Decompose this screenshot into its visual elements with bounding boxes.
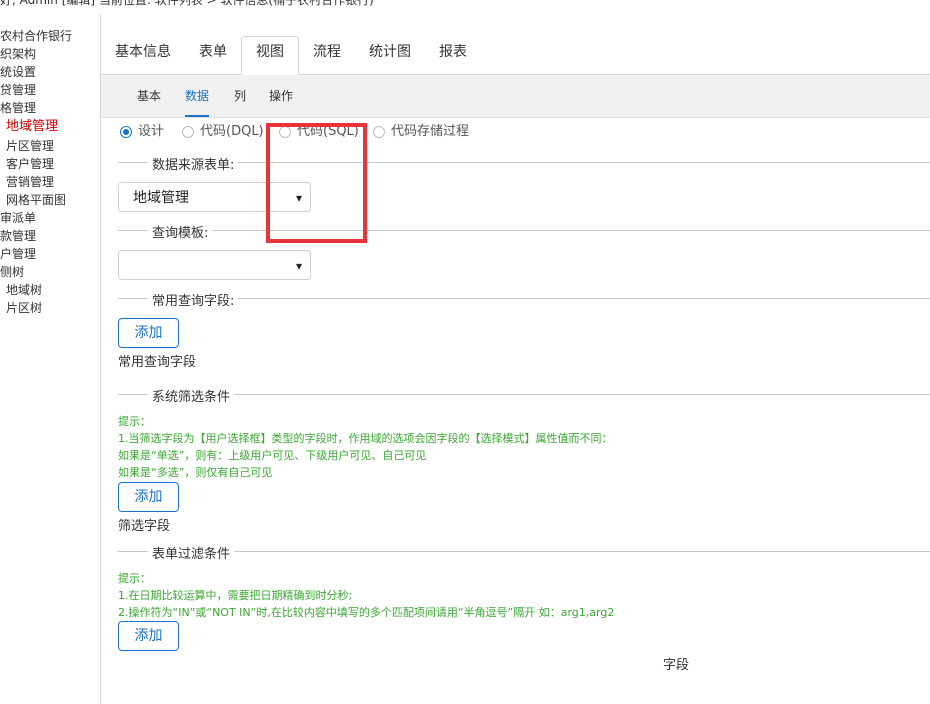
hint-text: 1.当筛选字段为【用户选择框】类型的字段时，作用域的选项会因字段的【选择模式】属… bbox=[118, 432, 613, 445]
sidebar-item[interactable]: 统设置 bbox=[0, 63, 36, 81]
field-column-header: 字段 bbox=[663, 658, 690, 673]
sidebar-item[interactable]: 贷管理 bbox=[0, 81, 36, 99]
radio-unchecked-icon bbox=[373, 126, 385, 138]
sidebar-item[interactable]: 款管理 bbox=[0, 227, 36, 245]
sidebar-item-region-management[interactable]: 地域管理 bbox=[6, 118, 58, 136]
common-fields-caption: 常用查询字段 bbox=[118, 355, 197, 370]
add-common-field-button[interactable]: 添加 bbox=[118, 318, 179, 348]
tab-statistics-chart[interactable]: 统计图 bbox=[369, 37, 411, 74]
add-form-filter-button[interactable]: 添加 bbox=[118, 621, 179, 651]
subtab-columns[interactable]: 列 bbox=[234, 75, 246, 117]
sidebar-item[interactable]: 户管理 bbox=[0, 245, 36, 263]
source-table-legend: 数据来源表单: bbox=[148, 154, 239, 173]
sidebar-item[interactable]: 客户管理 bbox=[6, 155, 54, 173]
form-filter-legend: 表单过滤条件 bbox=[148, 543, 235, 562]
subtab-data[interactable]: 数据 bbox=[185, 75, 210, 117]
highlight-annotation-box bbox=[266, 123, 367, 243]
sidebar-item[interactable]: 地域树 bbox=[6, 281, 42, 299]
location-text: 好, Admin [编辑] 当前位置: 软件列表 > 软件信息(桶子农村合作银行… bbox=[0, 0, 374, 7]
fieldset-divider bbox=[118, 551, 930, 552]
query-template-legend: 查询模板: bbox=[148, 222, 213, 241]
sidebar-item[interactable]: 营销管理 bbox=[6, 173, 54, 191]
sub-tabs: 基本 数据 列 操作 bbox=[101, 75, 930, 118]
sidebar-item[interactable]: 格管理 bbox=[0, 99, 36, 117]
tab-basic-info[interactable]: 基本信息 bbox=[115, 37, 171, 74]
fieldset-divider bbox=[118, 394, 930, 395]
hint-text: 如果是“单选”，则有：上级用户可见、下级用户可见、自己可见 bbox=[118, 449, 427, 462]
top-status-bar: 好, Admin [编辑] 当前位置: 软件列表 > 软件信息(桶子农村合作银行… bbox=[0, 0, 930, 14]
add-system-filter-button[interactable]: 添加 bbox=[118, 482, 179, 512]
sidebar-item[interactable]: 审派单 bbox=[0, 209, 36, 227]
hint-text: 如果是“多选”，则仅有自己可见 bbox=[118, 466, 273, 479]
sidebar-item[interactable]: 侧树 bbox=[0, 263, 24, 281]
tab-workflow[interactable]: 流程 bbox=[313, 37, 341, 74]
hint-text: 2.操作符为“IN”或“NOT IN”时,在比较内容中填写的多个匹配项间请用“半… bbox=[118, 606, 615, 619]
radio-unchecked-icon bbox=[182, 126, 194, 138]
radio-label: 代码(DQL) bbox=[200, 124, 264, 139]
tab-report[interactable]: 报表 bbox=[439, 37, 467, 74]
main-tabs: 基本信息 表单 视图 流程 统计图 报表 bbox=[101, 36, 930, 75]
subtab-basic[interactable]: 基本 bbox=[137, 75, 161, 117]
sidebar-item[interactable]: 网格平面图 bbox=[6, 191, 66, 209]
subtab-actions[interactable]: 操作 bbox=[269, 75, 293, 117]
select-value: 地域管理 bbox=[133, 190, 189, 206]
fieldset-divider bbox=[118, 298, 930, 299]
tab-view[interactable]: 视图 bbox=[241, 36, 299, 75]
chevron-down-icon: ▾ bbox=[295, 259, 302, 273]
system-filter-legend: 系统筛选条件 bbox=[148, 386, 235, 405]
sidebar-item[interactable]: 片区树 bbox=[6, 299, 42, 317]
radio-label: 设计 bbox=[138, 124, 165, 139]
fieldset-divider bbox=[118, 162, 930, 163]
radio-checked-icon bbox=[120, 126, 132, 138]
fieldset-divider bbox=[118, 230, 930, 231]
query-template-select[interactable]: ▾ bbox=[118, 250, 311, 280]
hint-text: 提示： bbox=[118, 415, 151, 428]
filter-fields-caption: 筛选字段 bbox=[118, 519, 171, 534]
common-fields-legend: 常用查询字段: bbox=[148, 290, 239, 309]
hint-text: 提示： bbox=[118, 572, 151, 585]
sidebar-item[interactable]: 片区管理 bbox=[6, 137, 54, 155]
hint-text: 1.在日期比较运算中，需要把日期精确到时分秒; bbox=[118, 589, 353, 602]
radio-label: 代码存储过程 bbox=[391, 124, 470, 139]
sidebar-item[interactable]: 织架构 bbox=[0, 45, 36, 63]
sidebar-item[interactable]: 农村合作银行 bbox=[0, 27, 72, 45]
sidebar: 农村合作银行 织架构 统设置 贷管理 格管理 地域管理 片区管理 客户管理 营销… bbox=[0, 14, 101, 704]
tab-form[interactable]: 表单 bbox=[199, 37, 227, 74]
